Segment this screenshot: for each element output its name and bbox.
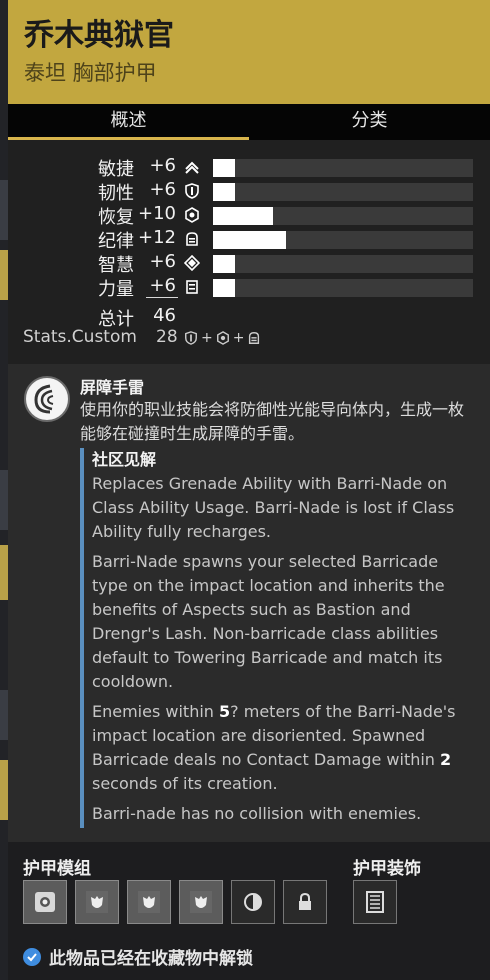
custom-stats-label: Stats.Custom <box>23 327 137 347</box>
stat-name: 恢复 <box>98 207 134 228</box>
recovery-icon <box>185 207 199 223</box>
stat-value: +6 <box>149 155 176 176</box>
checkmark-icon <box>23 947 41 966</box>
stat-bar <box>213 183 473 201</box>
perk-description: 使用你的职业技能会将防御性光能导向体内，生成一枚能够在碰撞时生成屏障的手雷。 <box>80 400 465 443</box>
stat-bar-fill <box>213 183 236 201</box>
custom-stats-formula: + + <box>184 330 261 346</box>
custom-stats-value: 28 <box>156 327 178 347</box>
insight-paragraph: Replaces Grenade Ability with Barri-Nade… <box>92 472 472 544</box>
recovery-icon <box>216 331 229 345</box>
tab-overview[interactable]: 概述 <box>8 104 249 140</box>
item-type: 泰坦 胸部护甲 <box>24 61 157 85</box>
item-tooltip: 乔木典狱官 泰坦 胸部护甲 概述 分类 敏捷 +6 韧性 +6 恢复 +10 纪… <box>8 0 490 980</box>
mod-socket-icon[interactable] <box>179 880 223 924</box>
background-edge <box>0 545 8 600</box>
collection-text: 此物品已经在收藏物中解锁 <box>49 949 253 969</box>
discipline-icon <box>186 232 198 246</box>
perk-panel: 屏障手雷 使用你的职业技能会将防御性光能导向体内，生成一枚能够在碰撞时生成屏障的… <box>8 364 490 842</box>
background-edge <box>0 180 8 240</box>
background-edge <box>0 250 8 300</box>
perk-name: 屏障手雷 <box>80 378 145 397</box>
stat-bar <box>213 279 473 297</box>
background-edge <box>0 690 8 740</box>
stat-bar-fill <box>213 159 236 177</box>
stat-bar <box>213 207 473 225</box>
stat-name: 力量 <box>98 279 134 300</box>
stat-bar <box>213 159 473 177</box>
insight-text: Enemies within <box>92 702 220 721</box>
armor-mods-title: 护甲模组 <box>23 859 91 879</box>
stat-name: 韧性 <box>98 183 134 204</box>
intellect-icon <box>184 255 200 271</box>
tab-category[interactable]: 分类 <box>249 104 490 140</box>
stat-value: +10 <box>138 203 176 224</box>
artifice-socket-icon[interactable] <box>231 880 275 924</box>
background-edge <box>0 470 8 530</box>
community-insights: 社区见解 Replaces Grenade Ability with Barri… <box>80 448 472 828</box>
barricade-grenade-icon[interactable] <box>24 376 70 422</box>
insight-text: Replaces Grenade Ability with Barri-Nade… <box>92 474 455 541</box>
insight-paragraph: Enemies within 5? meters of the Barri-Na… <box>92 700 472 796</box>
tab-bar: 概述 分类 <box>8 104 490 140</box>
insight-text: Barri-nade has no collision with enemies… <box>92 804 422 823</box>
insight-number: 5 <box>219 702 231 721</box>
ornament-icon[interactable] <box>353 880 397 924</box>
stat-bar-fill <box>213 279 236 297</box>
plus-sign: + <box>232 330 245 346</box>
stat-name: 纪律 <box>98 231 134 252</box>
community-title: 社区见解 <box>92 450 157 469</box>
stat-bar-fill <box>213 207 273 225</box>
stat-value: +6 <box>149 179 176 200</box>
stat-name: 敏捷 <box>98 159 134 180</box>
stat-value: +12 <box>138 227 176 248</box>
insight-paragraph: Barri-nade has no collision with enemies… <box>92 802 472 826</box>
resilience-icon <box>185 183 199 199</box>
total-divider <box>146 297 178 298</box>
mod-socket-icon[interactable] <box>127 880 171 924</box>
item-header: 乔木典狱官 泰坦 胸部护甲 <box>8 0 490 104</box>
insight-text: seconds of its creation. <box>92 774 278 793</box>
item-name: 乔木典狱官 <box>24 18 174 53</box>
collection-status: 此物品已经在收藏物中解锁 <box>23 944 253 969</box>
insight-paragraph: Barri-Nade spawns your selected Barricad… <box>92 550 472 694</box>
background-edge <box>0 760 8 820</box>
stat-bar-fill <box>213 231 286 249</box>
mods-panel: 护甲模组 护甲装饰 此物品已经在收藏物中解锁 <box>8 842 490 980</box>
mobility-icon <box>185 161 199 174</box>
locked-socket-icon[interactable] <box>283 880 327 924</box>
stat-name: 智慧 <box>98 255 134 276</box>
resilience-icon <box>185 331 197 345</box>
discipline-icon <box>249 332 260 344</box>
stat-value: +6 <box>149 251 176 272</box>
energy-mod-icon[interactable] <box>23 880 67 924</box>
stat-bar <box>213 255 473 273</box>
stat-value: +6 <box>149 275 176 296</box>
stats-panel: 敏捷 +6 韧性 +6 恢复 +10 纪律 +12 智慧 +6 力量 +6 总计… <box>8 140 490 364</box>
total-value: 46 <box>153 305 176 326</box>
armor-ornament-title: 护甲装饰 <box>353 859 421 879</box>
insight-number: 2 <box>440 750 452 769</box>
stat-bar <box>213 231 473 249</box>
mod-socket-icon[interactable] <box>75 880 119 924</box>
strength-icon <box>186 280 198 294</box>
plus-sign: + <box>201 330 213 346</box>
insight-text: Barri-Nade spawns your selected Barricad… <box>92 552 445 691</box>
stat-bar-fill <box>213 255 236 273</box>
